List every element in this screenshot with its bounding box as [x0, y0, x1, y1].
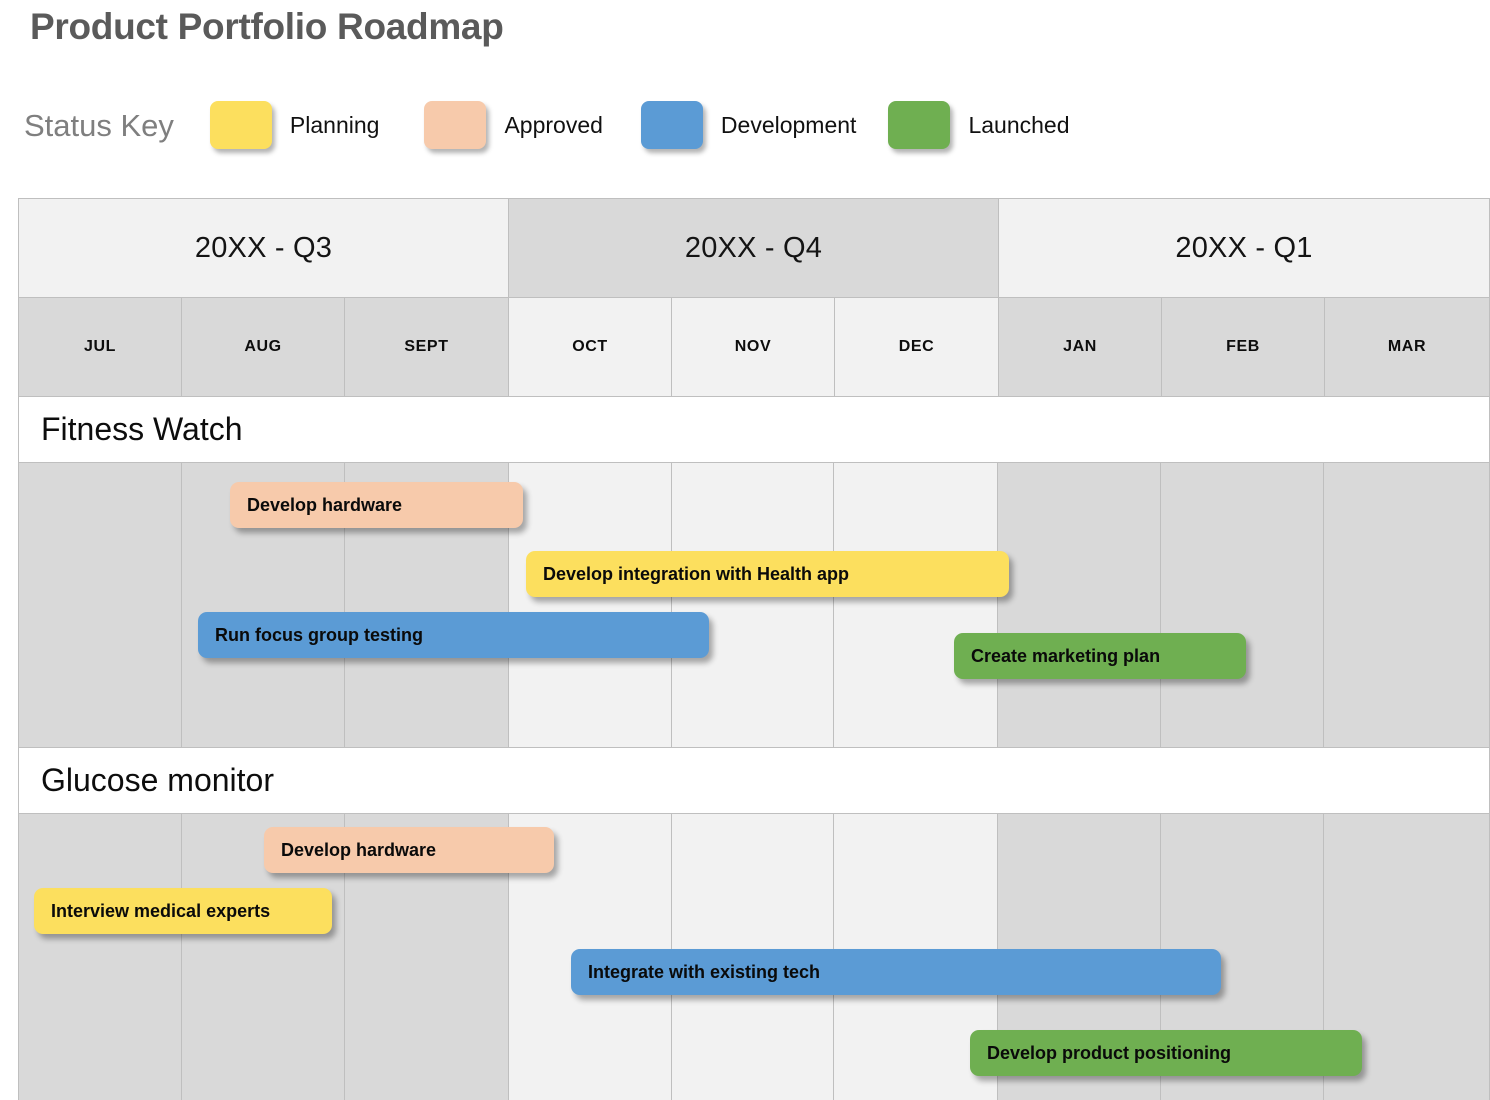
roadmap-grid: 20XX - Q3 20XX - Q4 20XX - Q1 JUL AUG SE… [18, 198, 1490, 1100]
quarter-header-q4: 20XX - Q4 [509, 199, 999, 298]
legend-label-approved: Approved [504, 111, 603, 138]
launched-swatch [888, 101, 951, 149]
month-header-row: JUL AUG SEPT OCT NOV DEC JAN FEB MAR [19, 298, 1490, 397]
quarter-header-q1: 20XX - Q1 [999, 199, 1490, 298]
task-bar[interactable]: Run focus group testing [198, 612, 709, 658]
page-title: Product Portfolio Roadmap [30, 6, 504, 47]
month-header-sept: SEPT [345, 298, 509, 397]
task-bar[interactable]: Develop hardware [230, 482, 523, 528]
month-header-jul: JUL [19, 298, 182, 397]
legend-label-launched: Launched [968, 111, 1070, 138]
month-header-feb: FEB [1162, 298, 1325, 397]
task-bar[interactable]: Develop integration with Health app [526, 551, 1009, 597]
task-bar[interactable]: Integrate with existing tech [571, 949, 1221, 995]
month-header-jan: JAN [999, 298, 1162, 397]
month-header-nov: NOV [672, 298, 835, 397]
legend-label-planning: Planning [289, 111, 380, 138]
task-bars-fitness-watch: Develop hardware Develop integration wit… [19, 463, 1489, 747]
task-bar[interactable]: Interview medical experts [34, 888, 332, 934]
legend-item-planning: Planning [209, 101, 380, 149]
task-bar[interactable]: Create marketing plan [954, 633, 1246, 679]
task-bar[interactable]: Develop product positioning [970, 1030, 1362, 1076]
status-key-heading: Status Key [24, 107, 174, 143]
legend-label-development: Development [720, 111, 857, 138]
month-header-oct: OCT [509, 298, 672, 397]
approved-swatch [424, 101, 487, 149]
legend-item-launched: Launched [888, 101, 1070, 149]
legend-item-development: Development [640, 101, 857, 149]
development-swatch [640, 101, 703, 149]
task-bar[interactable]: Develop hardware [264, 827, 554, 873]
month-header-dec: DEC [835, 298, 999, 397]
month-header-mar: MAR [1325, 298, 1490, 397]
quarter-header-row: 20XX - Q3 20XX - Q4 20XX - Q1 [19, 199, 1490, 298]
roadmap-page: Product Portfolio Roadmap Status Key Pla… [0, 0, 1490, 1100]
section-label-glucose-monitor: Glucose monitor [19, 748, 1490, 814]
status-key-legend: Status Key Planning Approved Development… [24, 95, 1090, 155]
section-label-fitness-watch: Fitness Watch [19, 397, 1490, 463]
task-area-glucose-monitor: Develop hardware Interview medical exper… [19, 814, 1490, 1100]
task-bars-glucose-monitor: Develop hardware Interview medical exper… [19, 814, 1489, 1100]
month-header-aug: AUG [182, 298, 345, 397]
task-area-fitness-watch: Develop hardware Develop integration wit… [19, 463, 1490, 748]
legend-item-approved: Approved [424, 101, 603, 149]
planning-swatch [209, 101, 272, 149]
quarter-header-q3: 20XX - Q3 [19, 199, 509, 298]
